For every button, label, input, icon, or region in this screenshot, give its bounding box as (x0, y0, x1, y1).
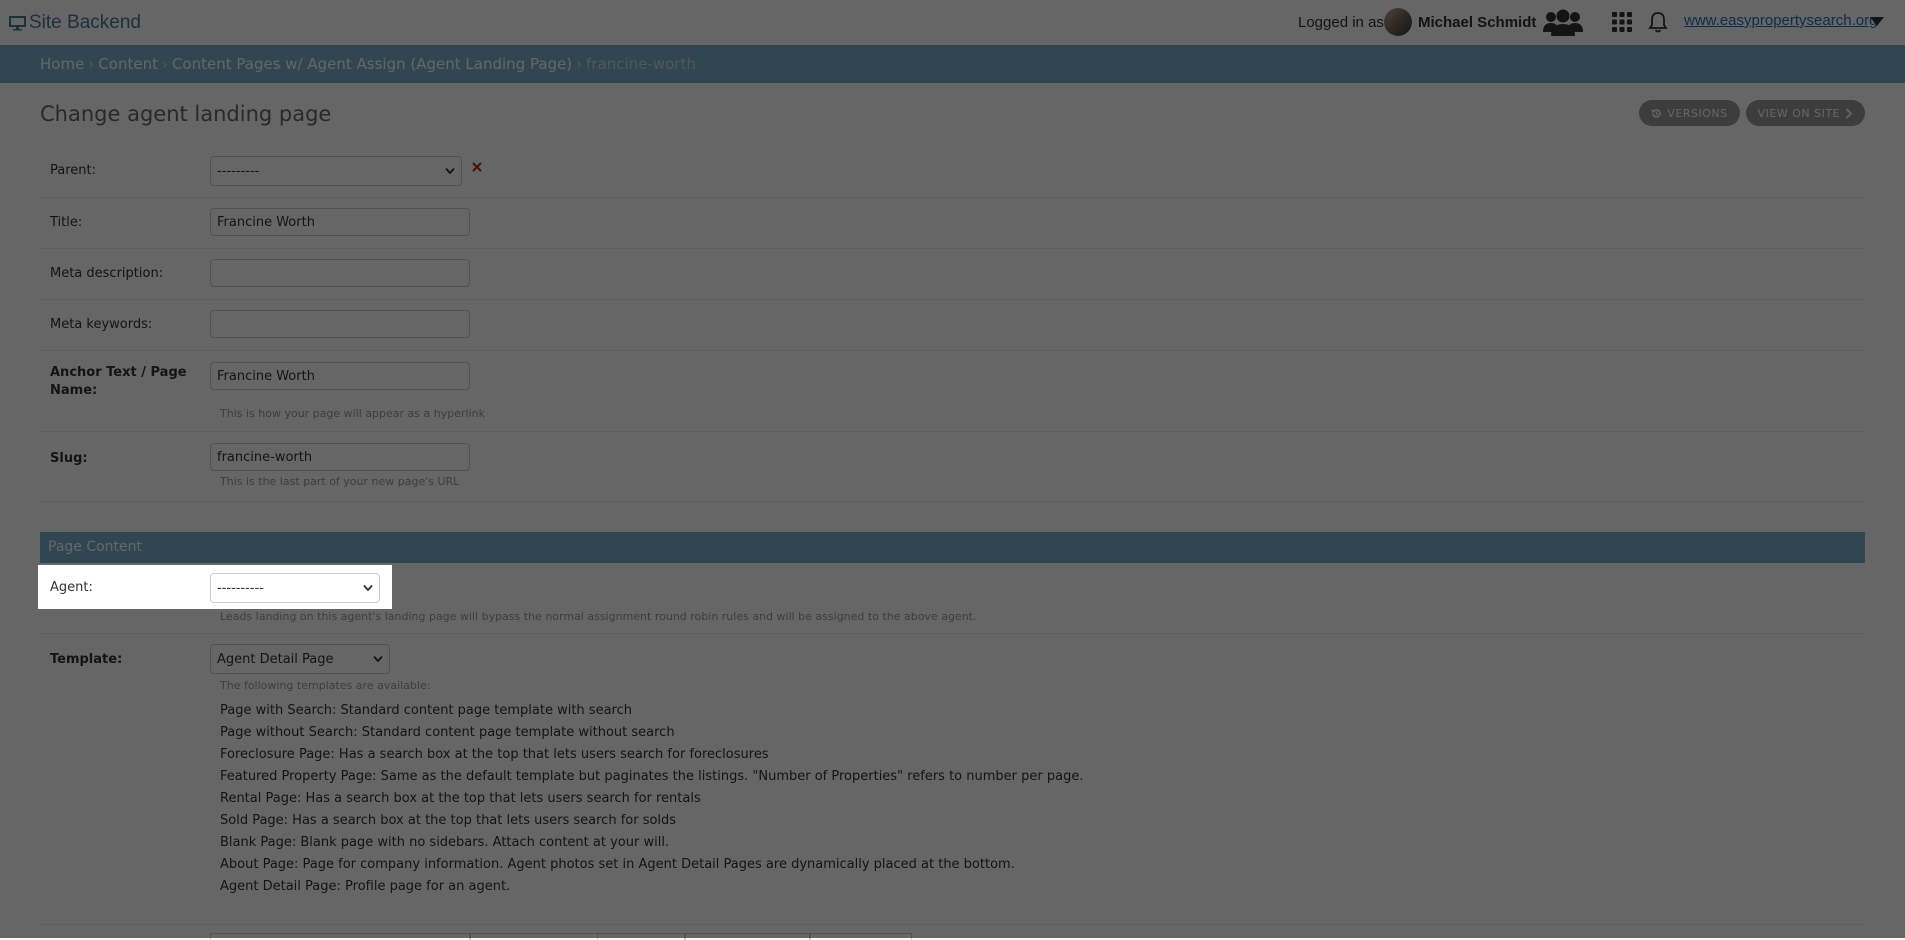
template-description: Page with Search: Standard content page … (220, 703, 632, 718)
template-descriptions: Page with Search: Standard content page … (220, 700, 1083, 898)
partial-field (810, 933, 912, 940)
chevron-down-icon (373, 655, 383, 663)
apps-grid-icon[interactable] (1612, 12, 1632, 32)
anchor-text-input[interactable] (210, 362, 470, 390)
page-title: Change agent landing page (40, 102, 332, 126)
template-label: Template: (50, 652, 123, 667)
breadcrumb-home[interactable]: Home (40, 55, 84, 73)
slug-help: This is the last part of your new page's… (220, 475, 460, 488)
parent-label: Parent: (50, 163, 96, 178)
object-tools: VERSIONS VIEW ON SITE (1639, 100, 1865, 126)
bell-icon[interactable] (1648, 11, 1668, 33)
meta-keywords-label: Meta keywords: (50, 317, 153, 332)
agent-select-value: ---------- (217, 580, 264, 596)
anchor-text-label: Anchor Text / Page Name: (50, 365, 187, 398)
breadcrumb-separator: › (576, 55, 583, 73)
meta-keywords-input[interactable] (210, 310, 470, 338)
chevron-down-icon (363, 584, 373, 592)
breadcrumb-content[interactable]: Content (98, 55, 158, 73)
history-icon (1651, 108, 1662, 118)
form-row-parent: Parent: --------- (40, 146, 1865, 198)
caret-down-icon[interactable] (1870, 17, 1884, 27)
logged-in-label: Logged in as (1298, 14, 1384, 31)
template-description: Agent Detail Page: Profile page for an a… (220, 879, 511, 894)
agent-label: Agent: (50, 580, 93, 595)
agent-help: Leads landing on this agent's landing pa… (220, 610, 977, 623)
template-description: Foreclosure Page: Has a search box at th… (220, 747, 769, 762)
avatar[interactable] (1384, 8, 1412, 36)
user-name[interactable]: Michael Schmidt (1418, 14, 1536, 31)
template-select[interactable]: Agent Detail Page (210, 644, 390, 674)
breadcrumb-current: francine-worth (586, 55, 696, 73)
partial-field (470, 933, 598, 940)
breadcrumb-separator: › (161, 55, 168, 73)
anchor-text-help: This is how your page will appear as a h… (220, 407, 485, 420)
meta-description-input[interactable] (210, 259, 470, 287)
users-icon[interactable] (1542, 8, 1584, 36)
template-select-value: Agent Detail Page (217, 651, 334, 667)
page-content-heading: Page Content (48, 539, 143, 555)
template-description: Rental Page: Has a search box at the top… (220, 791, 701, 806)
template-description: Blank Page: Blank page with no sidebars.… (220, 835, 670, 850)
breadcrumb: Home › Content › Content Pages w/ Agent Assi… (40, 55, 696, 73)
parent-select-value: --------- (217, 163, 260, 179)
brand-text: Site Backend (29, 12, 141, 33)
title-label: Title: (50, 215, 83, 230)
agent-select[interactable]: ---------- (210, 573, 380, 603)
partial-field (597, 933, 685, 940)
breadcrumb-section[interactable]: Content Pages w/ Agent Assign (Agent Lan… (172, 55, 572, 73)
form-row-meta-description: Meta description: (40, 248, 1865, 300)
view-on-site-label: VIEW ON SITE (1757, 106, 1840, 120)
template-description: Sold Page: Has a search box at the top t… (220, 813, 677, 828)
chevron-down-icon (445, 167, 455, 175)
meta-description-label: Meta description: (50, 266, 164, 281)
versions-label: VERSIONS (1667, 106, 1728, 120)
breadcrumb-separator: › (88, 55, 95, 73)
site-link[interactable]: www.easypropertysearch.org (1684, 12, 1877, 29)
template-description: Featured Property Page: Same as the defa… (220, 769, 1084, 784)
slug-label: Slug: (50, 451, 88, 466)
versions-button[interactable]: VERSIONS (1639, 100, 1740, 126)
template-help: The following templates are available: (220, 679, 431, 692)
next-row-partial (40, 924, 1865, 940)
form-row-meta-keywords: Meta keywords: (40, 299, 1865, 351)
parent-select[interactable]: --------- (210, 156, 462, 186)
monitor-icon (9, 16, 26, 31)
partial-field (685, 933, 810, 940)
slug-input[interactable] (210, 443, 470, 471)
chevron-right-icon (1845, 107, 1853, 119)
view-on-site-button[interactable]: VIEW ON SITE (1745, 100, 1865, 126)
template-description: About Page: Page for company information… (220, 857, 1015, 872)
page-content-header: Page Content (40, 532, 1865, 563)
form-row-slug: Slug: This is the last part of your new … (40, 431, 1865, 502)
form-row-title: Title: (40, 197, 1865, 249)
template-description: Page without Search: Standard content pa… (220, 725, 675, 740)
site-brand[interactable]: Site Backend (9, 12, 141, 34)
top-bar: Site Backend Logged in as Michael Schmid… (0, 0, 1905, 45)
title-input[interactable] (210, 208, 470, 236)
breadcrumb-bar: Home › Content › Content Pages w/ Agent Assi… (0, 45, 1905, 83)
partial-field (210, 933, 470, 940)
form-row-anchor-text: Anchor Text / Page Name: This is how you… (40, 350, 1865, 432)
delete-x-icon[interactable] (472, 162, 482, 172)
agent-field-highlight: Agent: ---------- (38, 565, 392, 609)
